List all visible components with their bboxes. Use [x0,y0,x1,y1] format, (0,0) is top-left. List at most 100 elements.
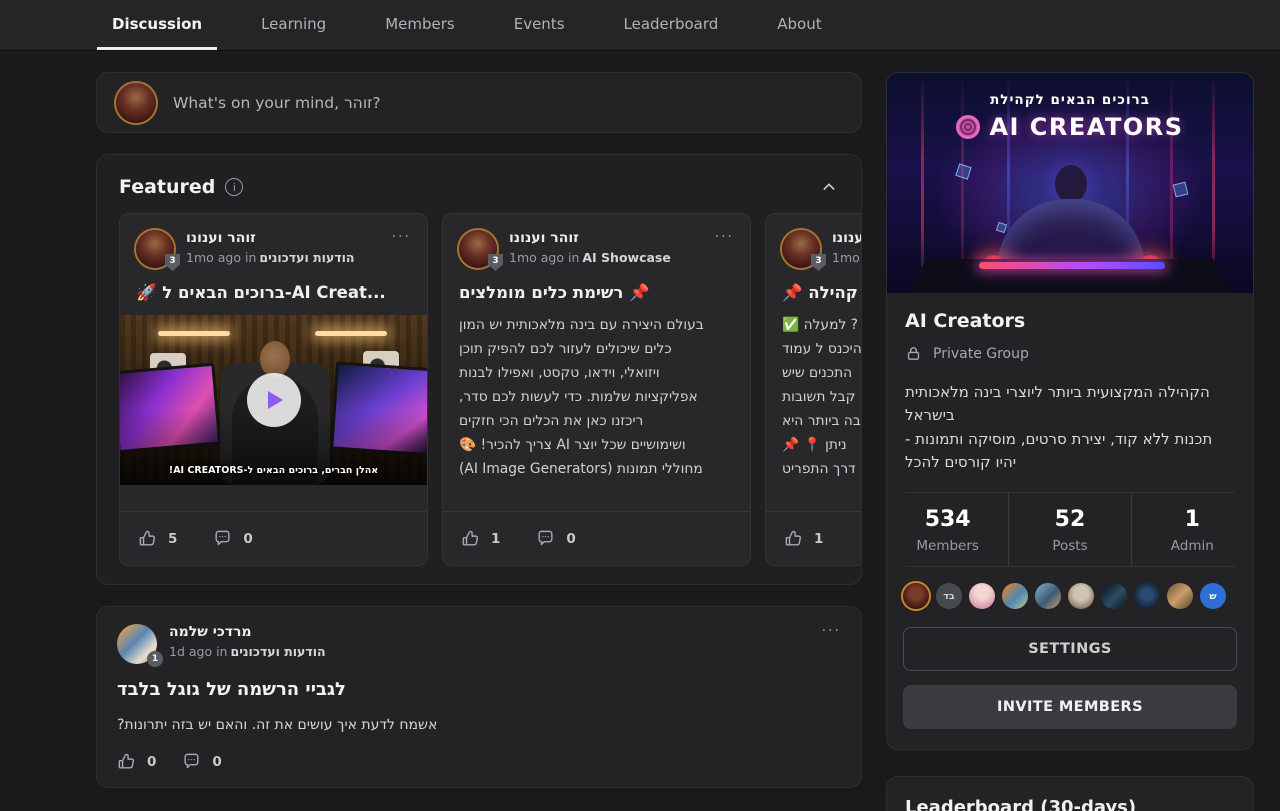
post-title: 🚀 ברוכים הבאים ל-AI Creat... [120,268,427,303]
author-avatar[interactable]: 3 [459,230,497,268]
brain-icon [956,115,980,139]
chevron-up-icon[interactable] [821,179,837,195]
stat-admin[interactable]: 1 Admin [1131,493,1253,566]
featured-carousel: 3 זוהר וענונו 1mo ago inהודעות ועדכונים … [97,213,861,566]
member-avatar[interactable] [903,583,929,609]
featured-title: Featured [119,176,215,198]
member-avatar[interactable] [1002,583,1028,609]
like-count: 5 [168,531,177,547]
feed-post[interactable]: 1 מרדכי שלמה 1d ago inהודעות ועדכונים ··… [96,606,862,788]
overflow-menu-icon[interactable]: ··· [715,230,734,244]
stat-members[interactable]: 534 Members [887,493,1008,566]
member-avatar[interactable] [969,583,995,609]
featured-header: Featured i [97,155,861,213]
author-name: זוהר וענונו [186,230,355,246]
banner-brand-text: AI CREATORS [989,113,1183,141]
comment-icon [536,529,555,548]
banner-brand: AI CREATORS [887,113,1253,141]
video-thumbnail[interactable]: אהלן חברים, ברוכים הבאים ל-AI CREATORS! [120,315,427,485]
post-title: רשימת כלים מומלצים 📌 [443,268,750,303]
author-name: זוהר וענונו [509,230,671,246]
author-avatar[interactable]: 1 [117,624,157,664]
post-meta: 1mo [832,250,861,265]
studio-light [315,331,387,336]
featured-card-tools[interactable]: 3 זוהר וענונו 1mo ago inAI Showcase ··· … [442,213,751,566]
group-name: AI Creators [905,310,1235,332]
author-avatar[interactable]: 3 [782,230,820,268]
tab-leaderboard[interactable]: Leaderboard [609,0,734,50]
like-button[interactable]: 5 [138,529,177,548]
like-button[interactable]: 0 [117,752,156,771]
thumbs-up-icon [461,529,480,548]
banner-figure [1055,165,1087,203]
comment-button[interactable]: 0 [182,752,221,771]
like-count: 1 [491,531,500,547]
post-meta: 1mo ago inAI Showcase [509,250,671,265]
member-avatar[interactable]: ש [1200,583,1226,609]
group-banner-image[interactable]: ברוכים הבאים לקהילת AI CREATORS [887,73,1253,293]
featured-card-header: 3 זוהר וענונו 1mo [766,214,861,268]
member-avatar[interactable] [1134,583,1160,609]
post-title: לגביי הרשמה של גוגל בלבד [117,679,841,700]
comment-icon [213,529,232,548]
category-link[interactable]: AI Showcase [582,250,670,265]
featured-card-welcome[interactable]: 3 זוהר וענונו 1mo ago inהודעות ועדכונים … [119,213,428,566]
like-button[interactable]: 1 [784,529,823,548]
studio-light [158,331,230,336]
member-avatar[interactable] [1101,583,1127,609]
like-count: 1 [814,531,823,547]
speaker [363,351,399,381]
privacy-row: Private Group [905,345,1235,362]
comment-count: 0 [566,531,575,547]
like-button[interactable]: 1 [461,529,500,548]
level-badge: 1 [147,651,163,667]
member-avatar[interactable]: בד [936,583,962,609]
group-stats: 534 Members 52 Posts 1 Admin [887,493,1253,566]
comment-icon [182,752,201,771]
divider [905,566,1235,567]
category-link[interactable]: הודעות ועדכונים [230,644,325,659]
info-icon[interactable]: i [225,178,243,196]
post-body: אשמח לדעת איך עושים את זה. והאם יש בזה י… [117,717,841,733]
glowing-keyboard [979,262,1165,269]
presenter [260,341,290,377]
comment-button[interactable]: 0 [536,529,575,548]
category-link[interactable]: הודעות ועדכונים [259,250,354,265]
featured-card-community[interactable]: 3 זוהר וענונו 1mo 📌 קהילה ✅ למעלה ? היכנ… [765,213,861,566]
author-name: זוהר וענונו [832,230,861,246]
featured-section: Featured i 3 זוהר וענונו [96,154,862,585]
tab-members[interactable]: Members [370,0,470,50]
tab-events[interactable]: Events [499,0,580,50]
tab-about[interactable]: About [762,0,836,50]
thumbs-up-icon [784,529,803,548]
comment-button[interactable]: 0 [213,529,252,548]
overflow-menu-icon[interactable]: ··· [392,230,411,244]
member-avatar[interactable] [1035,583,1061,609]
invite-members-button[interactable]: INVITE MEMBERS [903,685,1237,729]
post-header: 1 מרדכי שלמה 1d ago inהודעות ועדכונים ··… [117,624,841,664]
member-avatars: בד ש [887,583,1253,609]
member-avatar[interactable] [1167,583,1193,609]
post-composer[interactable]: What's on your mind, זוהר? [96,72,862,133]
overflow-menu-icon[interactable]: ··· [822,624,841,638]
post-footer: 1 0 [443,511,750,565]
featured-card-header: 3 זוהר וענונו 1mo ago inAI Showcase ··· [443,214,750,268]
lock-icon [905,345,922,362]
post-footer: 5 0 [120,511,427,565]
member-avatar[interactable] [1068,583,1094,609]
comment-count: 0 [212,754,221,770]
sidebar: ברוכים הבאים לקהילת AI CREATORS AI Creat… [886,72,1254,811]
post-meta: 1mo ago inהודעות ועדכונים [186,250,355,265]
tab-learning[interactable]: Learning [246,0,341,50]
play-button[interactable] [247,373,301,427]
tab-discussion[interactable]: Discussion [97,0,217,50]
thumbs-up-icon [138,529,157,548]
stat-posts[interactable]: 52 Posts [1008,493,1130,566]
top-nav: Discussion Learning Members Events Leade… [0,0,1280,51]
privacy-label: Private Group [933,346,1029,362]
settings-button[interactable]: SETTINGS [903,627,1237,671]
author-avatar[interactable]: 3 [136,230,174,268]
thumbs-up-icon [117,752,136,771]
leaderboard-title: Leaderboard (30-days) [905,797,1235,811]
post-footer: 0 0 [117,752,841,771]
